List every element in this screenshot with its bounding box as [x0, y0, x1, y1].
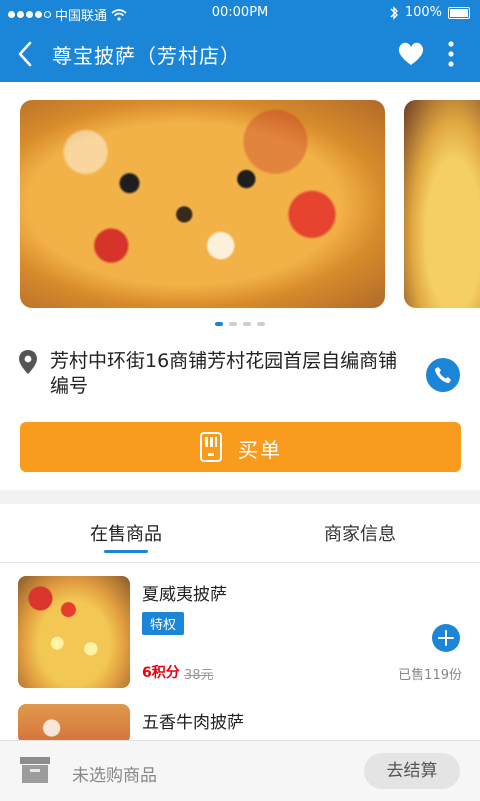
pay-bill-label: 买单	[238, 438, 282, 462]
product-image[interactable]	[18, 704, 130, 744]
phone-icon	[435, 367, 451, 383]
shop-address: 芳村中环街16商铺芳村花园首层自编商铺编号	[50, 350, 398, 397]
battery-label: 100%	[404, 5, 442, 20]
carousel-dot	[243, 322, 251, 326]
list-item[interactable]: 夏威夷披萨 特权 6积分 38元 已售119份	[0, 576, 480, 696]
carousel-dot	[229, 322, 237, 326]
list-item[interactable]: 五香牛肉披萨	[0, 704, 480, 744]
tab-on-sale[interactable]: 在售商品	[90, 520, 162, 546]
back-icon[interactable]	[14, 40, 38, 68]
tab-merchant-info[interactable]: 商家信息	[324, 520, 396, 546]
product-image[interactable]	[18, 576, 130, 688]
page-title: 尊宝披萨（芳村店）	[52, 44, 241, 68]
cart-status-text: 未选购商品	[72, 766, 157, 786]
battery-icon	[448, 6, 470, 19]
carousel-image-pizza[interactable]	[20, 100, 385, 308]
carousel-dot	[215, 322, 223, 326]
privilege-badge: 特权	[142, 612, 185, 635]
product-price: 6积分	[142, 665, 180, 681]
bluetooth-icon	[390, 5, 398, 20]
sold-count: 已售119份	[398, 668, 462, 683]
call-button[interactable]	[426, 358, 460, 392]
carousel-indicator	[0, 322, 480, 326]
status-right: 100%	[389, 5, 470, 20]
navbar: 尊宝披萨（芳村店）	[0, 26, 480, 82]
add-to-cart-button[interactable]	[432, 624, 460, 652]
status-bar: 中国联通 00:00PM 100%	[0, 0, 480, 26]
pay-bill-button[interactable]: 买单	[20, 422, 461, 472]
product-name: 夏威夷披萨	[142, 585, 227, 605]
image-carousel[interactable]	[0, 100, 480, 310]
tab-divider	[0, 562, 480, 563]
shopping-box-icon[interactable]	[18, 755, 52, 785]
shop-info-panel: 芳村中环街16商铺芳村花园首层自编商铺编号 买单	[0, 82, 480, 490]
checkout-button[interactable]: 去结算	[364, 753, 460, 789]
favorite-heart-icon[interactable]	[396, 38, 426, 68]
carousel-dot	[257, 322, 265, 326]
location-pin-icon	[19, 350, 37, 374]
cart-bar: 未选购商品 去结算	[0, 740, 480, 801]
product-panel: 在售商品 商家信息 夏威夷披萨 特权 6积分 38元 已售119份 五香牛肉披萨	[0, 504, 480, 744]
product-name: 五香牛肉披萨	[142, 713, 244, 733]
payment-terminal-icon	[200, 432, 222, 462]
carousel-image-next[interactable]	[404, 100, 480, 308]
original-price: 38元	[184, 668, 214, 683]
active-tab-indicator	[104, 550, 148, 553]
more-options-icon[interactable]	[444, 40, 458, 68]
